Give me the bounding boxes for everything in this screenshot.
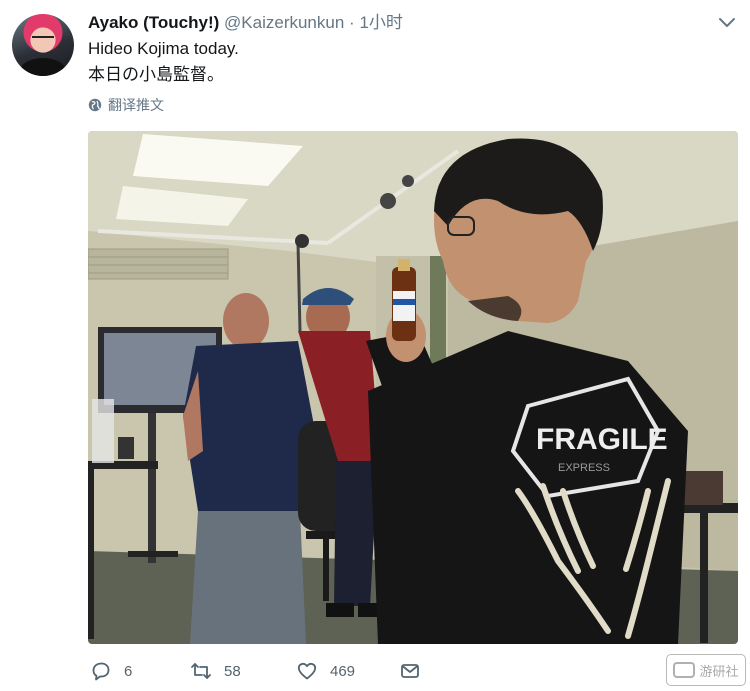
like-count: 469 bbox=[330, 662, 356, 680]
separator-dot: · bbox=[349, 13, 355, 32]
avatar[interactable] bbox=[12, 14, 74, 76]
avatar-glasses bbox=[32, 36, 54, 44]
tweet-actions: 6 58 469 bbox=[90, 658, 730, 684]
tweet-header: Ayako (Touchy!) @Kaizerkunkun · 1小时 bbox=[88, 12, 403, 34]
chevron-down-icon[interactable] bbox=[718, 16, 736, 30]
retweet-icon bbox=[191, 663, 211, 679]
reply-count: 6 bbox=[124, 662, 133, 680]
avatar-body bbox=[20, 58, 66, 76]
site-watermark: 游研社 bbox=[666, 654, 746, 686]
watermark-logo-icon bbox=[673, 662, 696, 678]
reply-bubble-icon bbox=[92, 662, 110, 681]
display-name[interactable]: Ayako (Touchy!) bbox=[88, 13, 219, 32]
envelope-icon bbox=[401, 664, 419, 678]
translate-label: 翻译推文 bbox=[108, 97, 164, 113]
retweet-count: 58 bbox=[224, 662, 241, 680]
direct-message-button[interactable] bbox=[399, 658, 421, 684]
tweet-text-line-1: Hideo Kojima today. bbox=[88, 39, 239, 58]
shirt-text: FRAGILE bbox=[536, 423, 668, 456]
watermark-label: 游研社 bbox=[699, 663, 739, 679]
tweet-text: Hideo Kojima today. 本日の小島監督。 bbox=[88, 36, 239, 88]
photo-scene: FRAGILE EXPRESS bbox=[88, 131, 738, 644]
globe-icon bbox=[88, 98, 102, 112]
user-handle[interactable]: @Kaizerkunkun bbox=[224, 13, 344, 32]
tweet-timestamp[interactable]: 1小时 bbox=[359, 13, 402, 32]
retweet-button[interactable]: 58 bbox=[190, 658, 241, 684]
tweet-text-line-2: 本日の小島監督。 bbox=[88, 65, 224, 84]
like-button[interactable]: 469 bbox=[296, 658, 355, 684]
shirt-subtext: EXPRESS bbox=[558, 462, 610, 474]
tweet-photo[interactable]: FRAGILE EXPRESS bbox=[88, 131, 738, 644]
heart-icon bbox=[297, 662, 317, 680]
reply-button[interactable]: 6 bbox=[90, 658, 132, 684]
translate-tweet-button[interactable]: 翻译推文 bbox=[88, 95, 164, 115]
